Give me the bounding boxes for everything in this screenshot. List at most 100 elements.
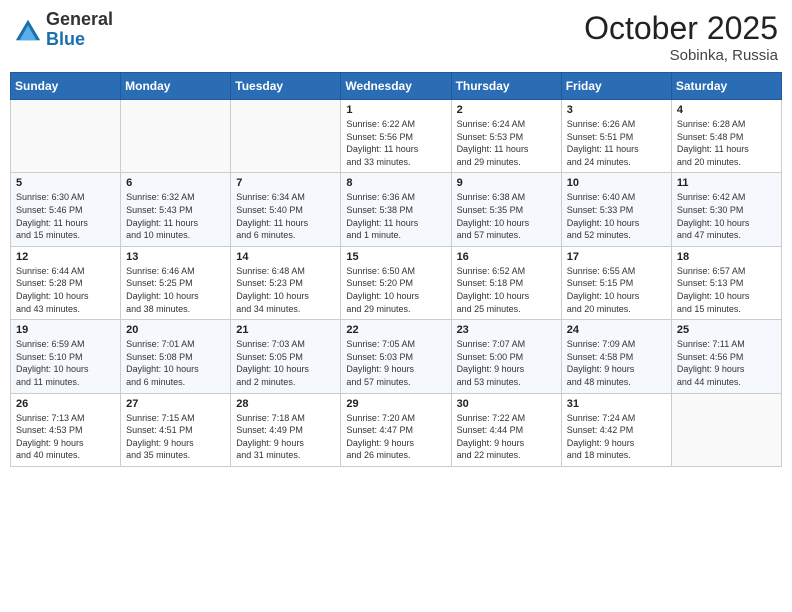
calendar-day-cell: 21 Sunrise: 7:03 AM Sunset: 5:05 PM Dayli…: [231, 320, 341, 393]
day-header-monday: Monday: [121, 73, 231, 100]
day-info: Sunrise: 7:13 AM Sunset: 4:53 PM Dayligh…: [16, 412, 115, 462]
day-info: Sunrise: 7:03 AM Sunset: 5:05 PM Dayligh…: [236, 338, 335, 388]
day-info: Sunrise: 7:07 AM Sunset: 5:00 PM Dayligh…: [457, 338, 556, 388]
day-info: Sunrise: 6:32 AM Sunset: 5:43 PM Dayligh…: [126, 191, 225, 241]
calendar-day-cell: [671, 393, 781, 466]
day-number: 10: [567, 177, 666, 189]
day-info: Sunrise: 6:26 AM Sunset: 5:51 PM Dayligh…: [567, 118, 666, 168]
day-number: 8: [346, 177, 445, 189]
calendar-day-cell: 28Sunrise: 7:18 AM Sunset: 4:49 PM Dayli…: [231, 393, 341, 466]
day-number: 9: [457, 177, 556, 189]
calendar-day-cell: 31 Sunrise: 7:24 AM Sunset: 4:42 PM Dayli…: [561, 393, 671, 466]
calendar-day-cell: 26 Sunrise: 7:13 AM Sunset: 4:53 PM Dayli…: [11, 393, 121, 466]
day-info: Sunrise: 6:57 AM Sunset: 5:13 PM Dayligh…: [677, 265, 776, 315]
day-number: 7: [236, 177, 335, 189]
day-info: Sunrise: 7:22 AM Sunset: 4:44 PM Dayligh…: [457, 412, 556, 462]
calendar-day-cell: 14 Sunrise: 6:48 AM Sunset: 5:23 PM Dayli…: [231, 246, 341, 319]
day-number: 16: [457, 251, 556, 263]
day-info: Sunrise: 6:59 AM Sunset: 5:10 PM Dayligh…: [16, 338, 115, 388]
day-header-saturday: Saturday: [671, 73, 781, 100]
calendar-day-cell: 30 Sunrise: 7:22 AM Sunset: 4:44 PM Dayli…: [451, 393, 561, 466]
day-number: 11: [677, 177, 776, 189]
calendar-week-row: 5 Sunrise: 6:30 AM Sunset: 5:46 PM Daylig…: [11, 173, 782, 246]
day-number: 31: [567, 398, 666, 410]
day-info: Sunrise: 6:44 AM Sunset: 5:28 PM Dayligh…: [16, 265, 115, 315]
calendar-day-cell: 12 Sunrise: 6:44 AM Sunset: 5:28 PM Dayli…: [11, 246, 121, 319]
calendar-week-row: 19Sunrise: 6:59 AM Sunset: 5:10 PM Dayli…: [11, 320, 782, 393]
logo-blue: Blue: [46, 29, 85, 49]
calendar-day-cell: 20 Sunrise: 7:01 AM Sunset: 5:08 PM Dayli…: [121, 320, 231, 393]
day-number: 24: [567, 324, 666, 336]
day-number: 15: [346, 251, 445, 263]
day-info: Sunrise: 6:48 AM Sunset: 5:23 PM Dayligh…: [236, 265, 335, 315]
day-number: 4: [677, 104, 776, 116]
day-info: Sunrise: 6:28 AM Sunset: 5:48 PM Dayligh…: [677, 118, 776, 168]
page-header: General Blue October 2025 Sobinka, Russi…: [10, 10, 782, 64]
day-number: 25: [677, 324, 776, 336]
calendar-day-cell: 10Sunrise: 6:40 AM Sunset: 5:33 PM Dayli…: [561, 173, 671, 246]
calendar-day-cell: 3 Sunrise: 6:26 AM Sunset: 5:51 PM Daylig…: [561, 100, 671, 173]
day-number: 27: [126, 398, 225, 410]
calendar-week-row: 12 Sunrise: 6:44 AM Sunset: 5:28 PM Dayli…: [11, 246, 782, 319]
day-header-friday: Friday: [561, 73, 671, 100]
day-info: Sunrise: 7:05 AM Sunset: 5:03 PM Dayligh…: [346, 338, 445, 388]
day-number: 26: [16, 398, 115, 410]
month-title: October 2025: [584, 10, 778, 47]
day-info: Sunrise: 6:36 AM Sunset: 5:38 PM Dayligh…: [346, 191, 445, 241]
calendar-day-cell: 5 Sunrise: 6:30 AM Sunset: 5:46 PM Daylig…: [11, 173, 121, 246]
day-header-wednesday: Wednesday: [341, 73, 451, 100]
day-info: Sunrise: 7:24 AM Sunset: 4:42 PM Dayligh…: [567, 412, 666, 462]
calendar-day-cell: [121, 100, 231, 173]
day-info: Sunrise: 7:01 AM Sunset: 5:08 PM Dayligh…: [126, 338, 225, 388]
calendar-day-cell: 11 Sunrise: 6:42 AM Sunset: 5:30 PM Dayli…: [671, 173, 781, 246]
day-header-tuesday: Tuesday: [231, 73, 341, 100]
logo-icon: [14, 16, 42, 44]
calendar-day-cell: 7 Sunrise: 6:34 AM Sunset: 5:40 PM Daylig…: [231, 173, 341, 246]
day-number: 3: [567, 104, 666, 116]
logo: General Blue: [14, 10, 113, 50]
calendar-day-cell: 13Sunrise: 6:46 AM Sunset: 5:25 PM Dayli…: [121, 246, 231, 319]
day-info: Sunrise: 6:34 AM Sunset: 5:40 PM Dayligh…: [236, 191, 335, 241]
calendar-day-cell: 4 Sunrise: 6:28 AM Sunset: 5:48 PM Daylig…: [671, 100, 781, 173]
logo-text: General Blue: [46, 10, 113, 50]
day-header-thursday: Thursday: [451, 73, 561, 100]
day-info: Sunrise: 6:55 AM Sunset: 5:15 PM Dayligh…: [567, 265, 666, 315]
day-number: 29: [346, 398, 445, 410]
day-info: Sunrise: 6:42 AM Sunset: 5:30 PM Dayligh…: [677, 191, 776, 241]
calendar-day-cell: 23Sunrise: 7:07 AM Sunset: 5:00 PM Dayli…: [451, 320, 561, 393]
location: Sobinka, Russia: [584, 47, 778, 64]
day-number: 14: [236, 251, 335, 263]
calendar-day-cell: 16 Sunrise: 6:52 AM Sunset: 5:18 PM Dayli…: [451, 246, 561, 319]
day-info: Sunrise: 6:24 AM Sunset: 5:53 PM Dayligh…: [457, 118, 556, 168]
day-number: 12: [16, 251, 115, 263]
calendar-day-cell: 17 Sunrise: 6:55 AM Sunset: 5:15 PM Dayli…: [561, 246, 671, 319]
calendar-week-row: 26 Sunrise: 7:13 AM Sunset: 4:53 PM Dayli…: [11, 393, 782, 466]
day-info: Sunrise: 6:52 AM Sunset: 5:18 PM Dayligh…: [457, 265, 556, 315]
day-number: 30: [457, 398, 556, 410]
day-info: Sunrise: 7:20 AM Sunset: 4:47 PM Dayligh…: [346, 412, 445, 462]
day-info: Sunrise: 7:11 AM Sunset: 4:56 PM Dayligh…: [677, 338, 776, 388]
title-block: October 2025 Sobinka, Russia: [584, 10, 778, 64]
logo-general: General: [46, 9, 113, 29]
day-header-sunday: Sunday: [11, 73, 121, 100]
calendar-week-row: 1Sunrise: 6:22 AM Sunset: 5:56 PM Daylig…: [11, 100, 782, 173]
calendar-day-cell: 9 Sunrise: 6:38 AM Sunset: 5:35 PM Daylig…: [451, 173, 561, 246]
calendar-day-cell: 22 Sunrise: 7:05 AM Sunset: 5:03 PM Dayli…: [341, 320, 451, 393]
day-number: 5: [16, 177, 115, 189]
calendar-header-row: SundayMondayTuesdayWednesdayThursdayFrid…: [11, 73, 782, 100]
day-number: 20: [126, 324, 225, 336]
calendar-day-cell: 24 Sunrise: 7:09 AM Sunset: 4:58 PM Dayli…: [561, 320, 671, 393]
calendar-day-cell: 25 Sunrise: 7:11 AM Sunset: 4:56 PM Dayli…: [671, 320, 781, 393]
day-info: Sunrise: 6:50 AM Sunset: 5:20 PM Dayligh…: [346, 265, 445, 315]
calendar-day-cell: 29 Sunrise: 7:20 AM Sunset: 4:47 PM Dayli…: [341, 393, 451, 466]
calendar-day-cell: 2 Sunrise: 6:24 AM Sunset: 5:53 PM Daylig…: [451, 100, 561, 173]
day-number: 21: [236, 324, 335, 336]
day-number: 22: [346, 324, 445, 336]
day-info: Sunrise: 6:22 AM Sunset: 5:56 PM Dayligh…: [346, 118, 445, 168]
day-number: 17: [567, 251, 666, 263]
day-info: Sunrise: 6:30 AM Sunset: 5:46 PM Dayligh…: [16, 191, 115, 241]
calendar-day-cell: 19Sunrise: 6:59 AM Sunset: 5:10 PM Dayli…: [11, 320, 121, 393]
day-number: 2: [457, 104, 556, 116]
day-info: Sunrise: 6:38 AM Sunset: 5:35 PM Dayligh…: [457, 191, 556, 241]
day-info: Sunrise: 7:09 AM Sunset: 4:58 PM Dayligh…: [567, 338, 666, 388]
